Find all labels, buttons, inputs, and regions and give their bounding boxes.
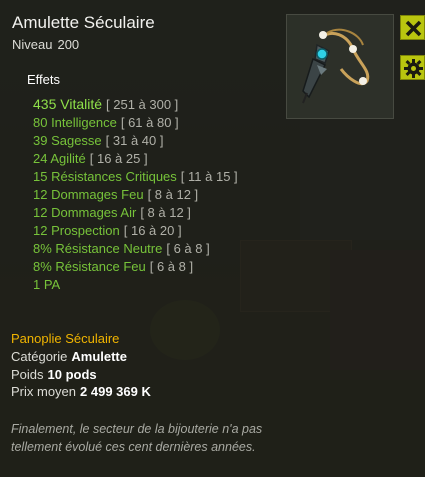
item-level: Niveau 200	[12, 37, 79, 52]
price-label: Prix moyen	[11, 384, 77, 399]
effect-agility: 24 Agilité[ 16 à 25 ]	[33, 150, 273, 168]
effects-list: 435 Vitalité[ 251 à 300 ] 80 Intelligenc…	[33, 95, 273, 294]
price-value: 2 499 369 K	[80, 384, 151, 399]
effect-critical-resistance: 15 Résistances Critiques[ 11 à 15 ]	[33, 168, 273, 186]
category-value: Amulette	[71, 349, 127, 364]
effect-text: 8% Résistance Feu	[33, 259, 146, 274]
item-name: Amulette Séculaire	[12, 13, 155, 32]
effect-text: 12 Dommages Feu	[33, 187, 144, 202]
effect-fire-damage: 12 Dommages Feu[ 8 à 12 ]	[33, 186, 273, 204]
effect-text: 12 Prospection	[33, 223, 120, 238]
effect-range: [ 16 à 25 ]	[89, 151, 148, 166]
effect-action-points: 1 PA	[33, 276, 273, 294]
close-button[interactable]	[400, 15, 425, 40]
effect-intelligence: 80 Intelligence[ 61 à 80 ]	[33, 114, 273, 132]
settings-button[interactable]	[400, 55, 425, 80]
level-label: Niveau	[12, 37, 53, 52]
effect-range: [ 11 à 15 ]	[180, 169, 238, 184]
gear-icon	[404, 59, 423, 78]
effect-text: 39 Sagesse	[33, 133, 102, 148]
category-row: Catégorie Amulette	[11, 349, 127, 364]
effect-fire-resistance: 8% Résistance Feu[ 6 à 8 ]	[33, 258, 273, 276]
effects-title: Effets	[27, 72, 61, 87]
set-name[interactable]: Panoplie Séculaire	[11, 331, 119, 346]
effect-range: [ 8 à 12 ]	[147, 187, 199, 202]
weight-label: Poids	[11, 367, 44, 382]
effect-text: 12 Dommages Air	[33, 205, 137, 220]
effect-text: 8% Résistance Neutre	[33, 241, 163, 256]
effect-range: [ 6 à 8 ]	[166, 241, 210, 256]
effect-vitality: 435 Vitalité[ 251 à 300 ]	[33, 95, 273, 114]
weight-row: Poids 10 pods	[11, 367, 97, 382]
category-label: Catégorie	[11, 349, 68, 364]
item-image-frame	[286, 14, 394, 119]
weight-value: 10 pods	[47, 367, 97, 382]
effect-range: [ 16 à 20 ]	[123, 223, 182, 238]
effect-text: 1 PA	[33, 277, 61, 292]
effect-text: 24 Agilité	[33, 151, 86, 166]
effect-prospecting: 12 Prospection[ 16 à 20 ]	[33, 222, 273, 240]
item-description: Finalement, le secteur de la bijouterie …	[11, 422, 263, 454]
close-icon	[405, 20, 422, 37]
effect-range: [ 61 à 80 ]	[120, 115, 179, 130]
amulet-item-icon	[302, 28, 370, 104]
effect-text: 435 Vitalité	[33, 96, 103, 112]
effect-wisdom: 39 Sagesse[ 31 à 40 ]	[33, 132, 273, 150]
level-value: 200	[57, 37, 80, 52]
effect-range: [ 8 à 12 ]	[140, 205, 191, 220]
effect-range: [ 6 à 8 ]	[149, 259, 194, 274]
price-row: Prix moyen 2 499 369 K	[11, 384, 151, 399]
effect-text: 15 Résistances Critiques	[33, 169, 177, 184]
item-tooltip: Amulette Séculaire Niveau 200 Effets 435…	[0, 0, 425, 477]
effect-range: [ 31 à 40 ]	[105, 133, 164, 148]
effect-text: 80 Intelligence	[33, 115, 117, 130]
effect-air-damage: 12 Dommages Air[ 8 à 12 ]	[33, 204, 273, 222]
effect-range: [ 251 à 300 ]	[106, 97, 179, 112]
effect-neutral-resistance: 8% Résistance Neutre[ 6 à 8 ]	[33, 240, 273, 258]
